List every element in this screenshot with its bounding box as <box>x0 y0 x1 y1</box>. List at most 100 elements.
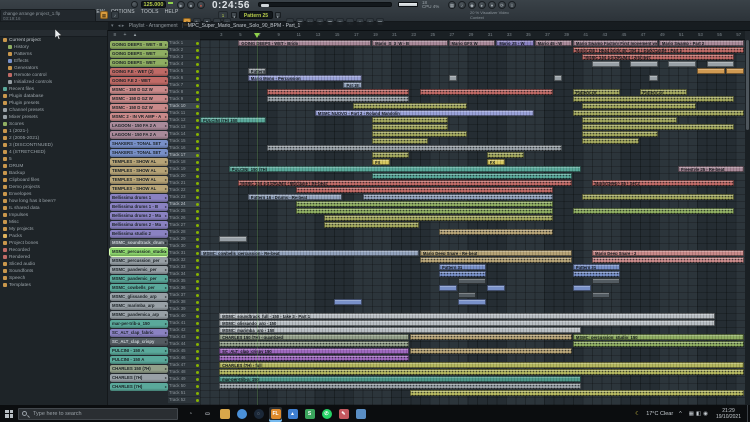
track-mute-dot[interactable] <box>196 259 199 262</box>
playlist-menu-icon[interactable]: ▾ <box>111 23 114 29</box>
playlist-clip[interactable] <box>573 208 735 214</box>
track-mute-dot[interactable] <box>196 301 199 304</box>
track-mute-dot[interactable] <box>196 119 199 122</box>
scrollbar-thumb[interactable] <box>746 40 749 130</box>
browser-item-initialized-controls[interactable]: Initialized controls <box>0 79 107 86</box>
playlist-clip[interactable] <box>573 271 620 277</box>
menu-item-tools[interactable]: TOOLS <box>138 8 162 17</box>
picker-item[interactable]: TEMPLES - SHOW AL <box>110 185 168 193</box>
track-header[interactable]: Track 36 <box>168 285 200 292</box>
playlist-clip[interactable]: FX <box>372 159 390 165</box>
playlist-clip[interactable]: Mario Swamp Factory First movement wet <box>573 40 658 46</box>
browser-item-remote-control[interactable]: Remote control <box>0 72 107 79</box>
track-header[interactable]: Track 13 <box>168 124 200 131</box>
track-header[interactable]: Track 15 <box>168 138 200 145</box>
track-mute-dot[interactable] <box>196 126 199 129</box>
track-mute-dot[interactable] <box>196 287 199 290</box>
playlist-clip[interactable]: Mario Deep Snare - 2 <box>592 250 744 256</box>
picker-item[interactable]: SHAKERS - TONAL SET <box>110 140 168 148</box>
track-mute-dot[interactable] <box>196 210 199 213</box>
track-mute-dot[interactable] <box>196 238 199 241</box>
playlist-clip[interactable]: MSMC NUOVO - Part 2 - Roland Mandolin <box>315 110 534 116</box>
midi-keyboard-icon[interactable]: ♪ <box>111 11 119 19</box>
browser-item-generators[interactable]: Generators <box>0 65 107 72</box>
playlist-clip[interactable] <box>582 124 734 130</box>
playlist-clip[interactable] <box>630 61 658 67</box>
playlist-clip[interactable] <box>458 292 476 298</box>
picker-tool-add[interactable]: + <box>120 31 130 40</box>
play-button[interactable]: ▶ <box>177 1 185 9</box>
record-button[interactable]: ● <box>197 1 205 9</box>
track-mute-dot[interactable] <box>196 147 199 150</box>
track-header[interactable]: Track 9 <box>168 96 200 103</box>
wait-input-icon[interactable]: ▸ <box>478 1 486 9</box>
track-mute-dot[interactable] <box>196 357 199 360</box>
playlist-clip[interactable] <box>219 369 744 375</box>
picker-item[interactable]: CHARLES 150 (7H) <box>110 365 168 373</box>
playlist-clip[interactable]: Pat 18 <box>343 82 361 88</box>
start-button[interactable] <box>0 405 18 422</box>
track-header[interactable]: Track 22 <box>168 187 200 194</box>
browser-item-recent-files[interactable]: Recent files <box>0 86 107 93</box>
playlist-clip[interactable] <box>487 152 524 158</box>
picker-item[interactable]: MSMC_pandemic_per <box>110 266 168 274</box>
track-header[interactable]: Track 25 <box>168 208 200 215</box>
taskbar-icon-chrome[interactable] <box>235 407 248 420</box>
playlist-clip[interactable]: Mario Deep - 45 - Set 2 <box>592 180 734 186</box>
track-mute-dot[interactable] <box>196 70 199 73</box>
timeline-ruler[interactable]: 3579111315171921232527293133353739414345… <box>200 31 745 40</box>
pattern-selector[interactable]: Pattern 25 <box>239 11 273 19</box>
playlist-clip[interactable] <box>649 75 658 81</box>
playlist-clip[interactable]: mar-per-trib-a_150 <box>219 376 581 382</box>
playlist-clip[interactable] <box>707 61 735 67</box>
playlist-clip[interactable] <box>668 61 696 67</box>
track-mute-dot[interactable] <box>196 133 199 136</box>
browser-item-demo-projects[interactable]: Demo projects <box>0 184 107 191</box>
track-header[interactable]: Track 39 <box>168 306 200 313</box>
track-mute-dot[interactable] <box>196 189 199 192</box>
playlist-clip[interactable]: CHARLES (7H) - full <box>219 362 744 368</box>
track-header[interactable]: Track 41 <box>168 320 200 327</box>
track-header[interactable]: Track 32 <box>168 257 200 264</box>
track-header[interactable]: Track 47 <box>168 362 200 369</box>
loop-record-icon[interactable]: ⟳ <box>498 1 506 9</box>
taskbar-icon-steam[interactable]: ◌ <box>252 407 265 420</box>
track-mute-dot[interactable] <box>196 112 199 115</box>
track-header[interactable]: Track 40 <box>168 313 200 320</box>
track-mute-dot[interactable] <box>196 315 199 318</box>
track-mute-dot[interactable] <box>196 231 199 234</box>
picker-item[interactable]: MSMC_pandemica_arp <box>110 311 168 319</box>
track-mute-dot[interactable] <box>196 217 199 220</box>
playlist-clip[interactable]: PULCINI_150 (7H) <box>229 166 582 172</box>
playlist-clip[interactable]: Pattern 31 <box>573 264 620 270</box>
track-mute-dot[interactable] <box>196 105 199 108</box>
playlist-clip[interactable] <box>296 187 553 193</box>
track-mute-dot[interactable] <box>196 336 199 339</box>
playlist-clip[interactable] <box>363 194 553 200</box>
track-mute-dot[interactable] <box>196 343 199 346</box>
browser-item-2-2005-2021-[interactable]: 2 (2005-2021) <box>0 135 107 142</box>
picker-item[interactable]: MSMC_soundtrack_drum <box>110 239 168 247</box>
browser-item-4-stretched-[interactable]: 4 (STRETCHED) <box>0 149 107 156</box>
playhead-marker[interactable] <box>254 33 260 38</box>
picker-item[interactable]: MSMC - 150 D GZ W <box>110 104 168 112</box>
stop-button[interactable]: ■ <box>187 1 195 9</box>
picker-item[interactable]: Bellissima drums 1 - B <box>110 203 168 211</box>
playlist-titlebar[interactable]: ▾ ◂ ▸ Playlist - Arrangement | MPC_Super… <box>108 22 750 31</box>
track-mute-dot[interactable] <box>196 140 199 143</box>
playlist-clip[interactable]: SC_ALT_clap_crispy 150 <box>219 348 409 354</box>
track-header[interactable]: Track 2 <box>168 47 200 54</box>
track-mute-dot[interactable] <box>196 182 199 185</box>
track-mute-dot[interactable] <box>196 49 199 52</box>
pattern-next-button[interactable]: ▸ <box>275 12 281 18</box>
browser-item-recorded[interactable]: Recorded <box>0 247 107 254</box>
weather-text[interactable]: 17°C Clear <box>646 411 673 417</box>
track-header[interactable]: Track 45 <box>168 348 200 355</box>
track-header[interactable]: Track 8 <box>168 89 200 96</box>
playlist-clip[interactable] <box>458 299 486 305</box>
playlist-clip[interactable]: MSMC_glissando_arp - 150 <box>219 320 715 326</box>
browser-item-current-project[interactable]: Current project <box>0 37 107 44</box>
track-header[interactable]: Track 21 <box>168 180 200 187</box>
browser-item-mixer-presets[interactable]: Mixer presets <box>0 114 107 121</box>
track-header[interactable]: Track 43 <box>168 334 200 341</box>
